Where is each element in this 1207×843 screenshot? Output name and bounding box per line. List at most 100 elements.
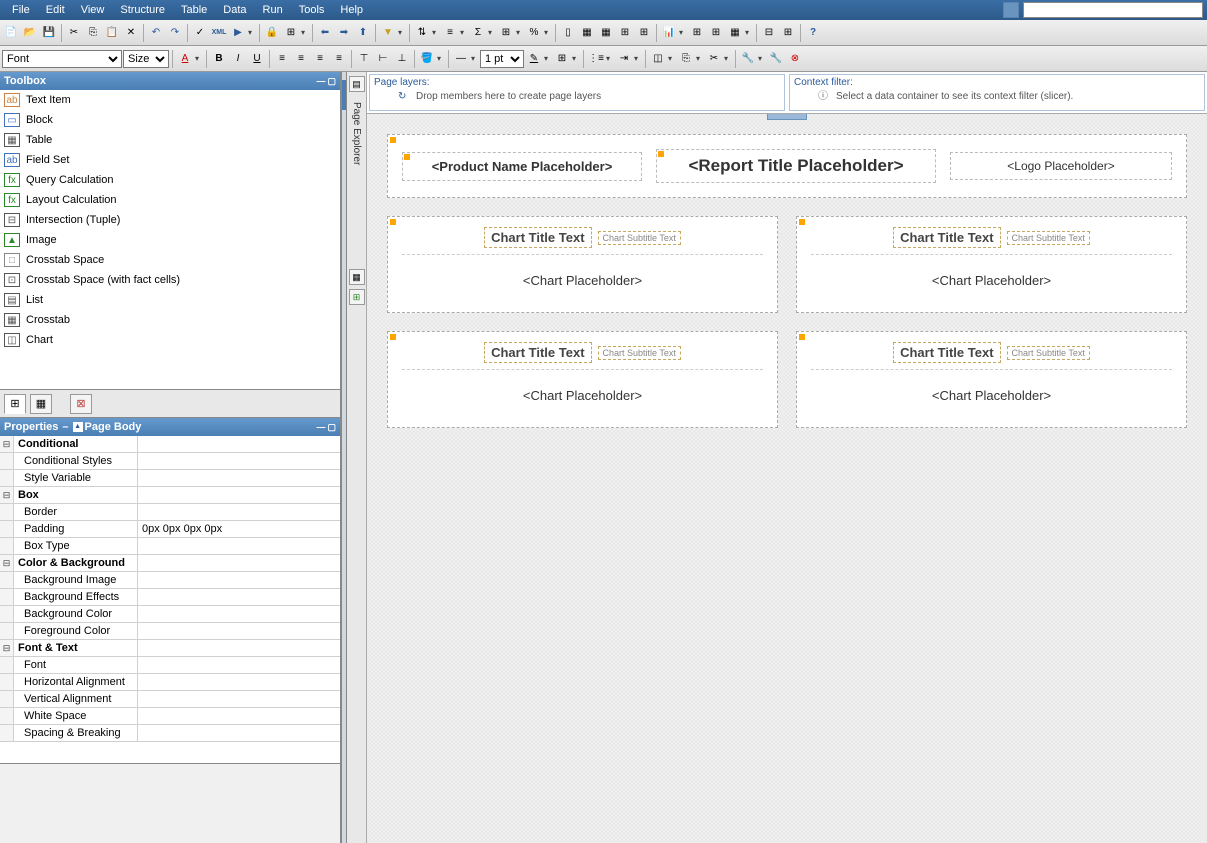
property-row[interactable]: Style Variable xyxy=(0,470,340,487)
property-value[interactable] xyxy=(138,725,340,741)
property-row[interactable]: Box Type xyxy=(0,538,340,555)
aggregate-icon[interactable]: Σ xyxy=(469,24,487,42)
expand-icon[interactable] xyxy=(0,470,14,486)
property-value[interactable] xyxy=(138,538,340,554)
line-width-select[interactable]: 1 pt xyxy=(480,50,524,68)
undo-icon[interactable]: ↶ xyxy=(147,24,165,42)
toolbox-item[interactable]: ⊟Intersection (Tuple) xyxy=(0,210,340,230)
menu-data[interactable]: Data xyxy=(215,4,254,16)
menu-tools[interactable]: Tools xyxy=(291,4,333,16)
italic-icon[interactable]: I xyxy=(229,50,247,68)
redo-icon[interactable]: ↷ xyxy=(166,24,184,42)
menu-run[interactable]: Run xyxy=(255,4,291,16)
font-select[interactable]: Font xyxy=(2,50,122,68)
valign-middle-icon[interactable]: ⊢ xyxy=(374,50,392,68)
chart-cell-4[interactable]: Chart Title TextChart Subtitle Text <Cha… xyxy=(796,331,1187,428)
percent-icon[interactable]: % xyxy=(525,24,543,42)
sort-icon[interactable]: ⇅ xyxy=(413,24,431,42)
expand-icon[interactable]: ⊟ xyxy=(0,555,14,571)
cut-icon[interactable]: ✂ xyxy=(65,24,83,42)
line-style-icon[interactable]: — xyxy=(452,50,470,68)
chart-subtitle[interactable]: Chart Subtitle Text xyxy=(598,231,681,245)
filter-icon[interactable]: ▼ xyxy=(379,24,397,42)
search-input[interactable] xyxy=(1023,2,1203,18)
property-row[interactable]: Background Effects xyxy=(0,589,340,606)
page-explorer-label[interactable]: Page Explorer xyxy=(349,96,364,171)
expand-icon[interactable] xyxy=(0,623,14,639)
menu-edit[interactable]: Edit xyxy=(38,4,73,16)
style-ref-icon[interactable]: ◫ xyxy=(649,50,667,68)
property-value[interactable] xyxy=(138,436,340,452)
drill-up-icon[interactable]: ⊟ xyxy=(760,24,778,42)
drill-down-icon[interactable]: ⊞ xyxy=(779,24,797,42)
property-row[interactable]: ⊟Conditional xyxy=(0,436,340,453)
expand-icon[interactable] xyxy=(0,691,14,707)
copy-icon[interactable]: ⎘ xyxy=(84,24,102,42)
chart-cell-2[interactable]: Chart Title TextChart Subtitle Text <Cha… xyxy=(796,216,1187,313)
props-close-icon[interactable]: ▢ xyxy=(327,422,336,433)
minimize-icon[interactable]: — xyxy=(316,76,325,86)
toolbox-item[interactable]: ▦Crosstab xyxy=(0,310,340,330)
lock-icon[interactable]: 🔒 xyxy=(263,24,281,42)
expand-icon[interactable]: ⊟ xyxy=(0,487,14,503)
props-minimize-icon[interactable]: — xyxy=(316,422,325,432)
chart-palette-icon[interactable]: ⊞ xyxy=(707,24,725,42)
copy-style-icon[interactable]: ⎘ xyxy=(677,50,695,68)
chart-placeholder[interactable]: <Chart Placeholder> xyxy=(811,273,1172,288)
help-icon[interactable]: ? xyxy=(804,24,822,42)
toolbox-item[interactable]: ▦Table xyxy=(0,130,340,150)
menu-help[interactable]: Help xyxy=(332,4,371,16)
chart-placeholder[interactable]: <Chart Placeholder> xyxy=(811,388,1172,403)
property-value[interactable] xyxy=(138,674,340,690)
property-value[interactable] xyxy=(138,606,340,622)
property-value[interactable] xyxy=(138,487,340,503)
expand-icon[interactable] xyxy=(0,521,14,537)
font-color-icon[interactable]: A xyxy=(176,50,194,68)
valign-top-icon[interactable]: ⊤ xyxy=(355,50,373,68)
chart-title[interactable]: Chart Title Text xyxy=(484,227,591,248)
fill-color-icon[interactable]: 🪣 xyxy=(418,50,436,68)
insert-chart-icon[interactable]: ⊞ xyxy=(635,24,653,42)
chart-subtitle[interactable]: Chart Subtitle Text xyxy=(1007,231,1090,245)
report-header-block[interactable]: <Product Name Placeholder> <Report Title… xyxy=(387,134,1187,198)
variables-icon[interactable]: 🔧 xyxy=(767,50,785,68)
logo-cell[interactable]: <Logo Placeholder> xyxy=(950,152,1172,180)
property-row[interactable]: Padding0px 0px 0px 0px xyxy=(0,521,340,538)
explorer-query-icon[interactable]: ▦ xyxy=(349,269,365,285)
property-value[interactable] xyxy=(138,470,340,486)
toolbox-tab-source[interactable]: ⊠ xyxy=(70,394,92,414)
property-value[interactable] xyxy=(138,572,340,588)
close-icon[interactable]: ▢ xyxy=(327,76,336,87)
property-row[interactable]: Border xyxy=(0,504,340,521)
align-left-icon[interactable]: ≡ xyxy=(273,50,291,68)
forward-icon[interactable]: ➡ xyxy=(335,24,353,42)
toolbox-item[interactable]: ▭Block xyxy=(0,110,340,130)
chart-cell-1[interactable]: Chart Title TextChart Subtitle Text <Cha… xyxy=(387,216,778,313)
chart-type-icon[interactable]: 📊 xyxy=(660,24,678,42)
expand-icon[interactable] xyxy=(0,708,14,724)
expand-icon[interactable]: ⊟ xyxy=(0,640,14,656)
property-value[interactable] xyxy=(138,691,340,707)
property-row[interactable]: White Space xyxy=(0,708,340,725)
expand-icon[interactable]: ⊟ xyxy=(0,436,14,452)
property-row[interactable]: Vertical Alignment xyxy=(0,691,340,708)
property-value[interactable] xyxy=(138,640,340,656)
chart-placeholder[interactable]: <Chart Placeholder> xyxy=(402,388,763,403)
property-value[interactable] xyxy=(138,657,340,673)
toolbox-item[interactable]: ▲Image xyxy=(0,230,340,250)
back-icon[interactable]: ⬅ xyxy=(316,24,334,42)
valign-bottom-icon[interactable]: ⊥ xyxy=(393,50,411,68)
bullets-icon[interactable]: ⋮≡ xyxy=(587,50,605,68)
group-icon[interactable]: ⊞ xyxy=(497,24,515,42)
expand-icon[interactable] xyxy=(0,538,14,554)
section-icon[interactable]: ▯ xyxy=(559,24,577,42)
new-icon[interactable]: 📄 xyxy=(2,24,20,42)
swap-icon[interactable]: ▦ xyxy=(597,24,615,42)
delete-icon[interactable]: ✕ xyxy=(122,24,140,42)
property-value[interactable] xyxy=(138,504,340,520)
toolbox-item[interactable]: abText Item xyxy=(0,90,340,110)
expand-icon[interactable] xyxy=(0,572,14,588)
chart-config-icon[interactable]: ⊞ xyxy=(688,24,706,42)
summarize-icon[interactable]: ≡ xyxy=(441,24,459,42)
toolbox-tab-objects[interactable]: ⊞ xyxy=(4,394,26,414)
